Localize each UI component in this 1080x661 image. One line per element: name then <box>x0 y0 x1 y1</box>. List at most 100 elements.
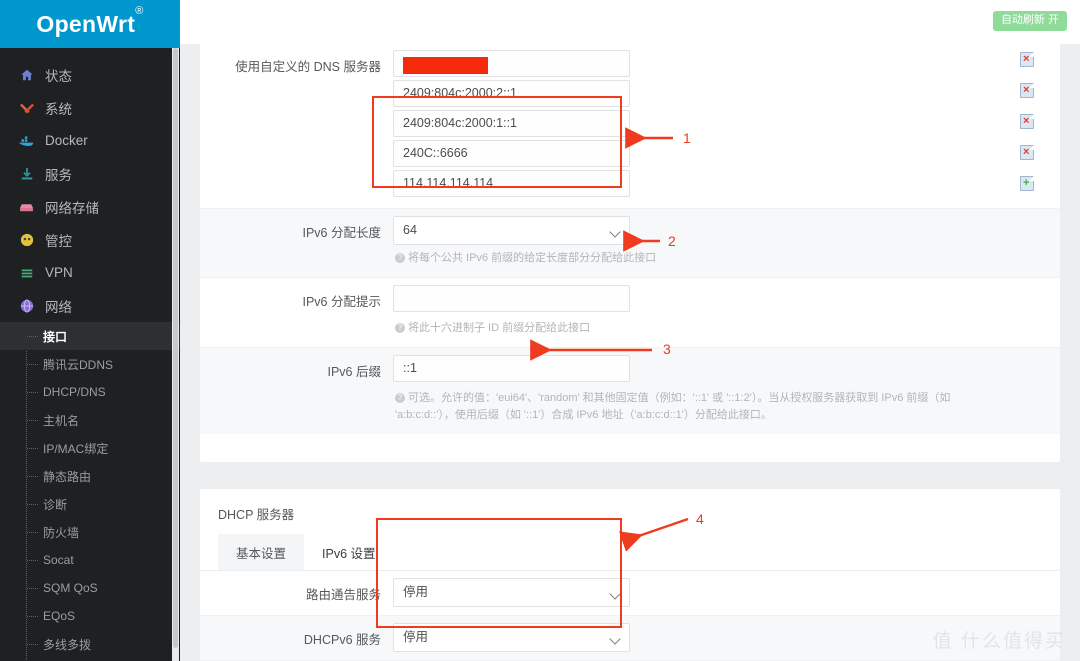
add-icon[interactable]: + <box>1020 176 1034 191</box>
sidebar-subnav: 接口 腾讯云DDNS DHCP/DNS 主机名 IP/MAC绑定 静态路由 诊断… <box>0 322 180 661</box>
ipv6-suffix-field: ::1 ? 可选。允许的值：'eui64'、'random' 和其他固定值（例如：… <box>393 348 1020 434</box>
interface-settings-card: 使用自定义的 DNS 服务器 2409:804c:2000:2::1 2409:… <box>200 44 1060 463</box>
sidebar-item-label: 服务 <box>45 167 72 183</box>
custom-dns-row: 使用自定义的 DNS 服务器 2409:804c:2000:2::1 2409:… <box>200 44 1060 209</box>
sidebar: OpenWrt® 状态 系统 Docker 服务 网络存储 管控 VPN 网络 … <box>0 0 180 661</box>
remove-icon[interactable]: × <box>1020 145 1034 160</box>
dns-input-3[interactable]: 240C::6666 <box>393 140 630 167</box>
topbar: 自动刷新 开 <box>180 0 1080 44</box>
ipv6-assign-length-label: IPv6 分配长度 <box>302 226 382 240</box>
sidebar-item-label: 系统 <box>45 101 72 117</box>
shield-icon <box>19 232 34 247</box>
screenshot-root: OpenWrt® 状态 系统 Docker 服务 网络存储 管控 VPN 网络 … <box>0 0 1080 661</box>
sidebar-item-interfaces[interactable]: 接口 <box>0 322 180 350</box>
page-scrollbar[interactable] <box>172 48 179 661</box>
custom-dns-label: 使用自定义的 DNS 服务器 <box>235 60 381 74</box>
ipv6-assign-length-hint: ? 将每个公共 IPv6 前缀的给定长度部分分配给此接口 <box>393 245 1020 269</box>
ipv6-suffix-label: IPv6 后缀 <box>327 365 382 380</box>
sidebar-item-sqm-qos[interactable]: SQM QoS <box>0 574 180 602</box>
dhcp-card-title: DHCP 服务器 <box>218 508 295 523</box>
sidebar-item-system[interactable]: 系统 <box>0 91 180 124</box>
auto-refresh-badge[interactable]: 自动刷新 开 <box>992 11 1067 31</box>
ipv6-assign-hint-field: ? 将此十六进制子 ID 前缀分配给此接口 <box>393 278 1020 347</box>
sidebar-item-static-routes[interactable]: 静态路由 <box>0 462 180 490</box>
dhcpv6-service-field: 停用 <box>393 616 1020 660</box>
sidebar-item-label: Docker <box>45 133 88 148</box>
dns-row-actions: × × × × + <box>1020 44 1060 207</box>
tab-basic-settings[interactable]: 基本设置 <box>218 534 305 571</box>
storage-icon <box>19 199 34 214</box>
info-icon: ? <box>395 253 405 263</box>
info-icon: ? <box>395 323 405 334</box>
brand-name: OpenWrt <box>36 10 136 37</box>
sidebar-item-label: 状态 <box>45 68 72 84</box>
sidebar-subitem-label: Socat <box>43 553 74 567</box>
tab-ipv6-settings[interactable]: IPv6 设置 <box>304 534 394 571</box>
sidebar-subitem-label: 腾讯云DDNS <box>43 357 114 372</box>
sidebar-item-label: 管控 <box>45 233 72 249</box>
sidebar-item-label: 网络 <box>45 299 72 315</box>
brand-logo[interactable]: OpenWrt® <box>0 0 180 48</box>
sidebar-item-hostname[interactable]: 主机名 <box>0 406 180 434</box>
dns-input-4[interactable]: 114.114.114.114 <box>393 170 630 197</box>
sidebar-item-services[interactable]: 服务 <box>0 157 180 190</box>
dns-input-1[interactable]: 2409:804c:2000:2::1 <box>393 80 630 107</box>
ipv6-assign-hint-input[interactable] <box>393 285 630 313</box>
ipv6-assign-length-value: 64 <box>403 223 417 237</box>
download-icon <box>19 166 34 181</box>
sidebar-item-multiwan[interactable]: 多线多拨 <box>0 630 180 658</box>
dhcpv6-service-value: 停用 <box>403 630 429 645</box>
router-advertisement-select[interactable]: 停用 <box>393 578 630 608</box>
sidebar-subitem-label: IP/MAC绑定 <box>43 441 109 456</box>
sidebar-subitem-label: SQM QoS <box>43 581 98 595</box>
dhcpv6-service-select[interactable]: 停用 <box>393 623 630 653</box>
lines-icon <box>19 265 34 280</box>
sidebar-item-tencent-ddns[interactable]: 腾讯云DDNS <box>0 350 180 378</box>
sidebar-item-status[interactable]: 状态 <box>0 58 180 91</box>
ipv6-suffix-input[interactable]: ::1 <box>393 355 630 383</box>
sidebar-item-socat[interactable]: Socat <box>0 546 180 574</box>
sidebar-subitem-label: 主机名 <box>43 413 80 428</box>
dhcpv6-service-row: DHCPv6 服务 停用 <box>200 616 1060 661</box>
sidebar-subitem-label: 接口 <box>43 329 68 344</box>
sidebar-item-diagnostics[interactable]: 诊断 <box>0 490 180 518</box>
ipv6-suffix-description: ? 可选。允许的值：'eui64'、'random' 和其他固定值（例如：'::1… <box>393 385 1020 426</box>
ipv6-assign-length-field: 64 ? 将每个公共 IPv6 前缀的给定长度部分分配给此接口 <box>393 209 1020 277</box>
dhcp-server-card: DHCP 服务器 基本设置 IPv6 设置 路由通告服务 停用 DHCPv6 服… <box>200 489 1060 661</box>
dns-input-0[interactable] <box>393 50 630 77</box>
dhcpv6-service-label: DHCPv6 服务 <box>303 633 381 648</box>
sidebar-item-docker[interactable]: Docker <box>0 124 180 157</box>
ipv6-assign-length-row: IPv6 分配长度 64 ? 将每个公共 IPv6 前缀的给定长度部分分配给此接口 <box>200 209 1060 279</box>
router-advertisement-field: 停用 <box>393 571 1020 615</box>
docker-icon <box>19 133 34 148</box>
sidebar-item-control[interactable]: 管控 <box>0 223 180 256</box>
sidebar-item-vpn[interactable]: VPN <box>0 256 180 289</box>
sidebar-subitem-label: 诊断 <box>43 497 68 512</box>
ipv6-assign-hint-label: IPv6 分配提示 <box>302 295 382 310</box>
hint-text: 可选。允许的值：'eui64'、'random' 和其他固定值（例如：'::1'… <box>395 392 951 422</box>
sidebar-item-eqos[interactable]: EQoS <box>0 602 180 630</box>
page-scrollbar-thumb[interactable] <box>173 48 178 648</box>
custom-dns-fields: 2409:804c:2000:2::1 2409:804c:2000:1::1 … <box>393 44 1020 208</box>
ipv6-assign-length-select[interactable]: 64 <box>393 216 630 245</box>
sidebar-item-firewall[interactable]: 防火墙 <box>0 518 180 546</box>
router-advertisement-row: 路由通告服务 停用 <box>200 571 1060 617</box>
sidebar-item-label: 网络存储 <box>45 200 99 216</box>
globe-icon <box>19 298 34 313</box>
dns-input-2[interactable]: 2409:804c:2000:1::1 <box>393 110 630 137</box>
sidebar-item-storage[interactable]: 网络存储 <box>0 190 180 223</box>
sidebar-item-dhcp-dns[interactable]: DHCP/DNS <box>0 378 180 406</box>
remove-icon[interactable]: × <box>1020 114 1034 129</box>
remove-icon[interactable]: × <box>1020 52 1034 67</box>
sidebar-item-ip-mac-binding[interactable]: IP/MAC绑定 <box>0 434 180 462</box>
remove-icon[interactable]: × <box>1020 83 1034 98</box>
sidebar-item-network[interactable]: 网络 <box>0 289 180 322</box>
router-advertisement-value: 停用 <box>403 585 429 600</box>
home-icon <box>19 67 34 82</box>
sidebar-nav: 状态 系统 Docker 服务 网络存储 管控 VPN 网络 接口 腾讯云DDN… <box>0 48 180 661</box>
